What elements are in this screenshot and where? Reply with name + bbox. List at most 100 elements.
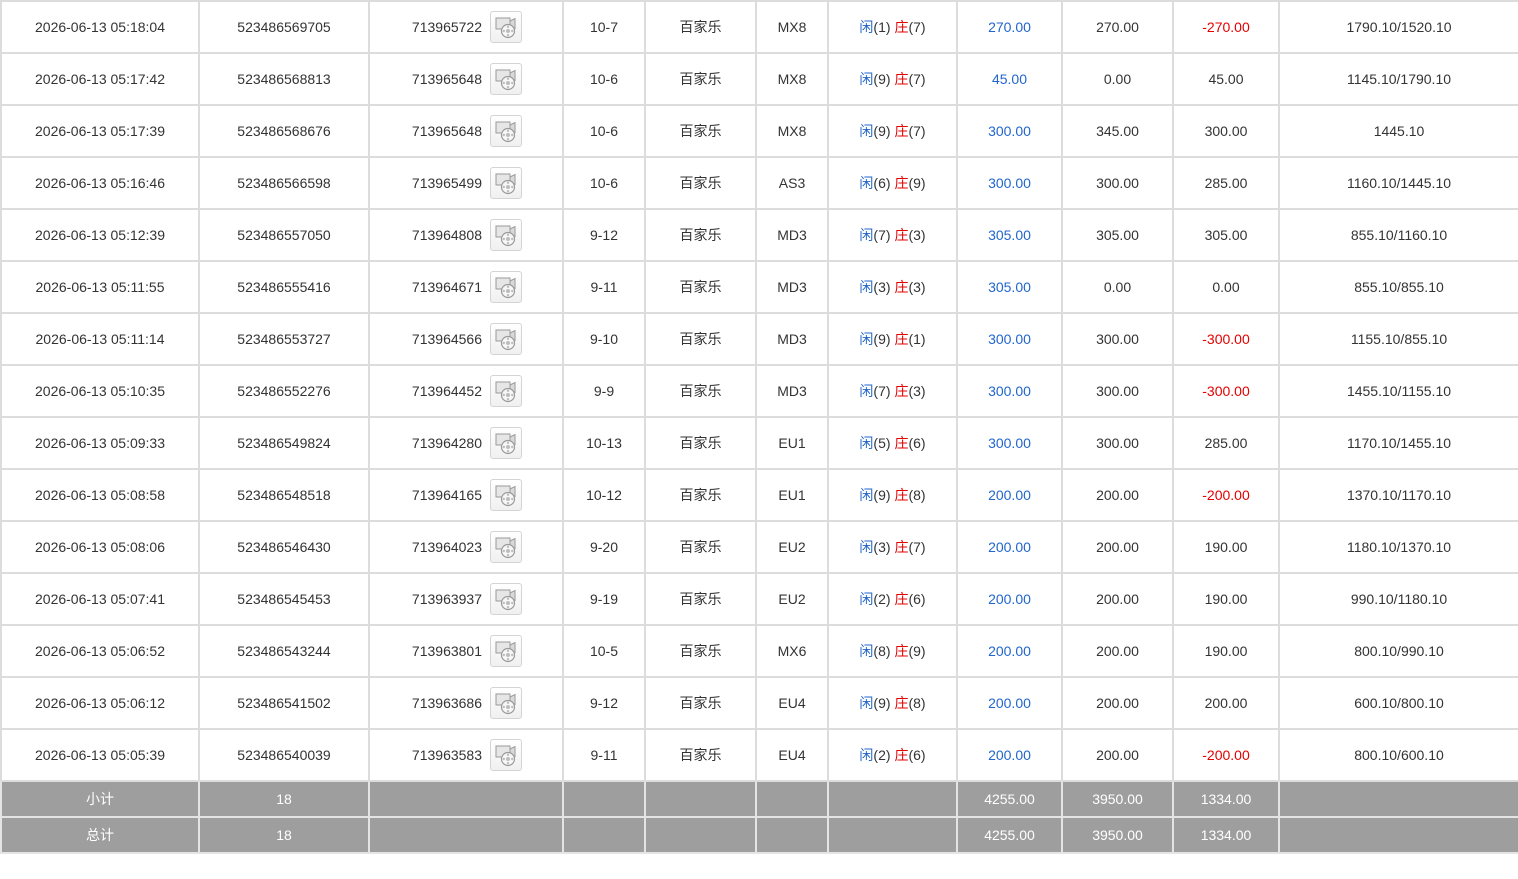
video-replay-icon[interactable] <box>490 115 522 147</box>
win-loss: -270.00 <box>1172 0 1280 54</box>
game-result: 闲(9) 庄(7) <box>827 104 958 158</box>
bet-time: 2026-06-13 05:08:06 <box>0 520 200 574</box>
total-label: 总计 <box>0 816 200 854</box>
video-replay-icon[interactable] <box>490 531 522 563</box>
win-loss: -200.00 <box>1172 468 1280 522</box>
venue-code: EU4 <box>755 728 829 782</box>
video-replay-icon[interactable] <box>490 375 522 407</box>
round-cell: 713965648 <box>368 52 564 106</box>
table-row: 2026-06-13 05:16:46 523486566598 713965499… <box>0 156 1518 210</box>
bet-amount: 200.00 <box>956 624 1063 678</box>
bet-id: 523486543244 <box>198 624 370 678</box>
valid-bet: 0.00 <box>1061 260 1174 314</box>
banker-score: (9) <box>908 175 926 191</box>
table-number: 10-12 <box>562 468 646 522</box>
game-result: 闲(9) 庄(8) <box>827 676 958 730</box>
game-result: 闲(2) 庄(6) <box>827 572 958 626</box>
banker-label: 庄 <box>894 487 909 503</box>
video-replay-icon[interactable] <box>490 219 522 251</box>
venue-code: MX6 <box>755 624 829 678</box>
video-replay-icon[interactable] <box>490 687 522 719</box>
video-replay-icon[interactable] <box>490 323 522 355</box>
player-label: 闲 <box>859 175 874 191</box>
round-id: 713965722 <box>411 19 482 35</box>
bet-amount: 300.00 <box>956 312 1063 366</box>
banker-label: 庄 <box>894 279 909 295</box>
player-score: (5) <box>873 435 891 451</box>
banker-label: 庄 <box>894 695 909 711</box>
banker-score: (8) <box>908 695 926 711</box>
banker-label: 庄 <box>894 643 909 659</box>
player-score: (1) <box>873 19 891 35</box>
game-result: 闲(7) 庄(3) <box>827 364 958 418</box>
player-label: 闲 <box>859 227 874 243</box>
venue-code: MX8 <box>755 52 829 106</box>
table-number: 9-12 <box>562 676 646 730</box>
player-label: 闲 <box>859 695 874 711</box>
round-cell: 713964452 <box>368 364 564 418</box>
banker-label: 庄 <box>894 747 909 763</box>
banker-label: 庄 <box>894 19 909 35</box>
valid-bet: 200.00 <box>1061 676 1174 730</box>
bet-amount: 305.00 <box>956 208 1063 262</box>
venue-code: EU1 <box>755 416 829 470</box>
round-id: 713963686 <box>411 695 482 711</box>
banker-label: 庄 <box>894 123 909 139</box>
bet-records-body: 2026-06-13 05:18:04 523486569705 713965722… <box>0 0 1518 782</box>
table-row: 2026-06-13 05:12:39 523486557050 713964808… <box>0 208 1518 262</box>
banker-label: 庄 <box>894 435 909 451</box>
banker-score: (1) <box>908 331 926 347</box>
bet-time: 2026-06-13 05:17:39 <box>0 104 200 158</box>
win-loss: 190.00 <box>1172 572 1280 626</box>
subtotal-bet: 4255.00 <box>956 780 1063 818</box>
video-replay-icon[interactable] <box>490 479 522 511</box>
round-cell: 713965648 <box>368 104 564 158</box>
bet-id: 523486568813 <box>198 52 370 106</box>
venue-code: EU1 <box>755 468 829 522</box>
video-replay-icon[interactable] <box>490 635 522 667</box>
video-replay-icon[interactable] <box>490 11 522 43</box>
video-replay-icon[interactable] <box>490 167 522 199</box>
total-valid: 3950.00 <box>1061 816 1174 854</box>
valid-bet: 200.00 <box>1061 728 1174 782</box>
round-cell: 713963937 <box>368 572 564 626</box>
bet-id: 523486549824 <box>198 416 370 470</box>
player-score: (2) <box>873 591 891 607</box>
table-number: 9-11 <box>562 728 646 782</box>
bet-time: 2026-06-13 05:12:39 <box>0 208 200 262</box>
win-loss: 285.00 <box>1172 156 1280 210</box>
bet-time: 2026-06-13 05:06:12 <box>0 676 200 730</box>
balance: 800.10/600.10 <box>1278 728 1518 782</box>
video-replay-icon[interactable] <box>490 583 522 615</box>
video-replay-icon[interactable] <box>490 63 522 95</box>
round-id: 713965648 <box>411 123 482 139</box>
player-score: (7) <box>873 227 891 243</box>
video-replay-icon[interactable] <box>490 739 522 771</box>
round-cell: 713964808 <box>368 208 564 262</box>
balance: 1170.10/1455.10 <box>1278 416 1518 470</box>
banker-score: (7) <box>908 123 926 139</box>
player-label: 闲 <box>859 487 874 503</box>
bet-amount: 305.00 <box>956 260 1063 314</box>
bet-amount: 200.00 <box>956 676 1063 730</box>
video-replay-icon[interactable] <box>490 427 522 459</box>
table-row: 2026-06-13 05:09:33 523486549824 713964280… <box>0 416 1518 470</box>
banker-score: (9) <box>908 643 926 659</box>
banker-score: (7) <box>908 539 926 555</box>
game-result: 闲(7) 庄(3) <box>827 208 958 262</box>
round-cell: 713964280 <box>368 416 564 470</box>
game-result: 闲(6) 庄(9) <box>827 156 958 210</box>
video-replay-icon[interactable] <box>490 271 522 303</box>
player-label: 闲 <box>859 643 874 659</box>
player-label: 闲 <box>859 19 874 35</box>
game-name: 百家乐 <box>644 156 757 210</box>
balance: 1160.10/1445.10 <box>1278 156 1518 210</box>
banker-label: 庄 <box>894 175 909 191</box>
round-cell: 713965499 <box>368 156 564 210</box>
bet-time: 2026-06-13 05:11:14 <box>0 312 200 366</box>
win-loss: 190.00 <box>1172 520 1280 574</box>
player-label: 闲 <box>859 123 874 139</box>
round-cell: 713964165 <box>368 468 564 522</box>
round-id: 713965499 <box>411 175 482 191</box>
game-name: 百家乐 <box>644 0 757 54</box>
